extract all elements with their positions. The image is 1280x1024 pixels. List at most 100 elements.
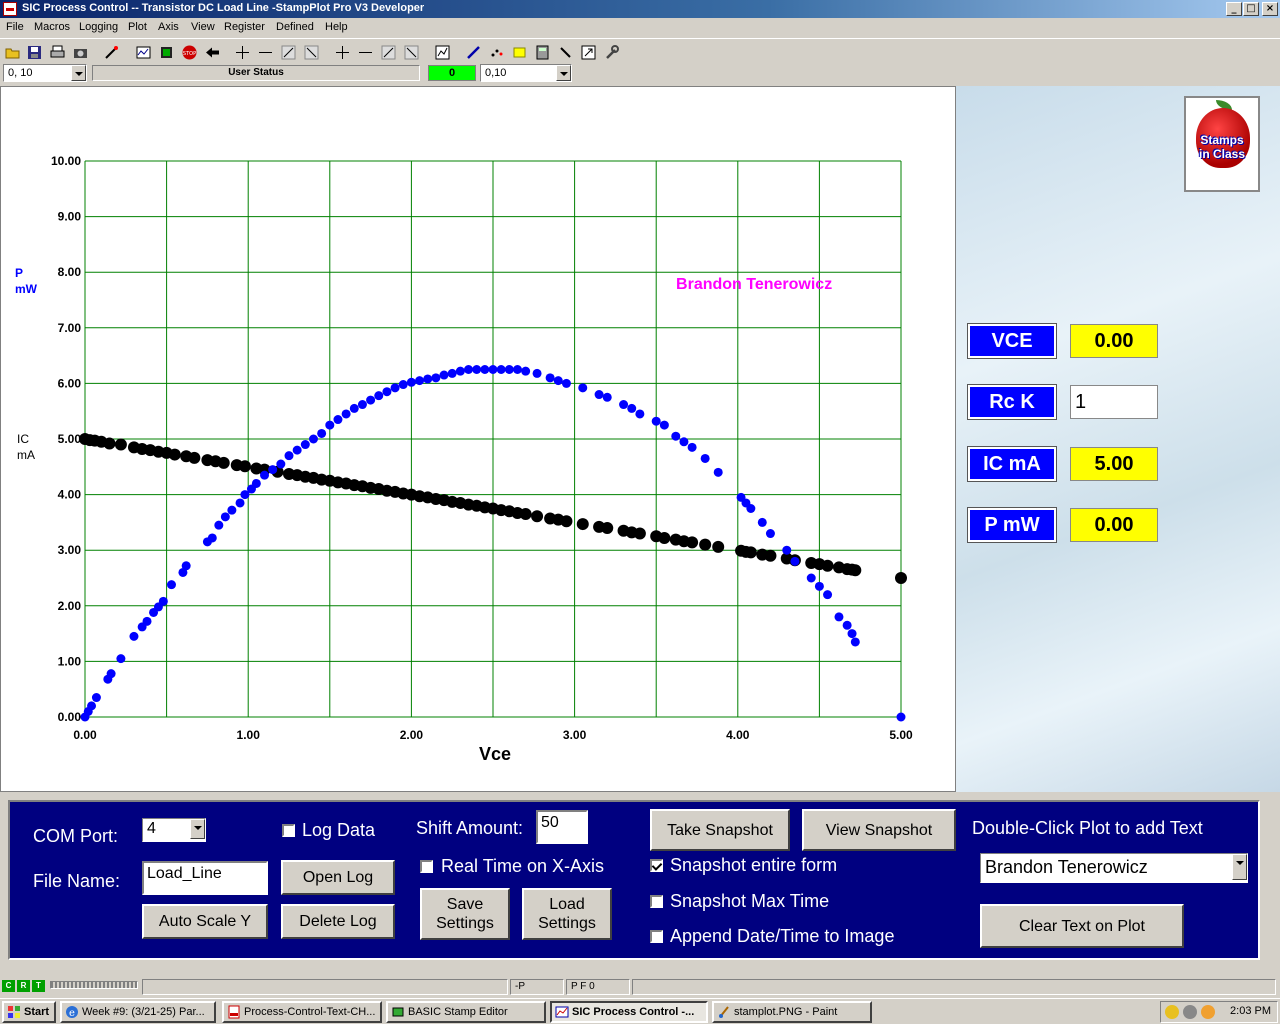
x-zoom-in-icon[interactable] xyxy=(231,41,252,62)
close-button[interactable]: × xyxy=(1262,2,1278,16)
point-p xyxy=(181,561,191,571)
paint-icon xyxy=(719,1006,729,1018)
task-paint[interactable]: stamplot.PNG - Paint xyxy=(712,1001,872,1023)
scope-icon[interactable] xyxy=(132,41,153,62)
status-indicator: 0 xyxy=(428,65,476,81)
menu-logging[interactable]: Logging xyxy=(79,21,118,33)
menu-file[interactable]: File xyxy=(6,21,24,33)
calculator-icon[interactable] xyxy=(531,41,552,62)
y-tick-label: 9.00 xyxy=(58,210,82,224)
menu-axis[interactable]: Axis xyxy=(158,21,179,33)
task-process-control-pdf[interactable]: Process-Control-Text-CH... xyxy=(222,1001,382,1023)
app-icon xyxy=(3,2,17,16)
point-p xyxy=(850,637,860,647)
chart-icon[interactable] xyxy=(431,41,452,62)
y-shift-down-icon[interactable] xyxy=(400,41,421,62)
print-icon[interactable] xyxy=(46,41,67,62)
snapshot-max-time-checkbox[interactable] xyxy=(650,895,663,908)
point-ic xyxy=(114,438,127,451)
real-time-label: Real Time on X-Axis xyxy=(441,856,605,876)
x-range-combo[interactable]: 0, 10 xyxy=(3,64,87,82)
svg-text:STOP: STOP xyxy=(183,51,196,57)
expand-icon[interactable] xyxy=(577,41,598,62)
camera-icon[interactable] xyxy=(69,41,90,62)
y-zoom-in-icon[interactable] xyxy=(331,41,352,62)
rc-label: Rc K xyxy=(967,384,1057,420)
stop-icon[interactable]: STOP xyxy=(178,41,199,62)
x-zoom-out-icon[interactable] xyxy=(254,41,275,62)
y-tick-label: 3.00 xyxy=(58,543,82,557)
real-time-checkbox[interactable] xyxy=(420,860,433,873)
rc-input[interactable]: 1 xyxy=(1070,385,1158,419)
chevron-down-icon[interactable] xyxy=(190,819,205,839)
load-settings-button[interactable]: Load Settings xyxy=(522,888,612,940)
point-p xyxy=(207,533,217,543)
stamps-in-class-logo: Stamps in Class xyxy=(1184,96,1260,192)
progress-meter xyxy=(50,981,138,989)
chevron-down-icon[interactable] xyxy=(556,65,571,81)
clear-text-button[interactable]: Clear Text on Plot xyxy=(980,904,1184,948)
y-shift-up-icon[interactable] xyxy=(377,41,398,62)
wand-icon[interactable] xyxy=(100,41,121,62)
point-p xyxy=(464,365,474,374)
point-p xyxy=(814,581,824,591)
delete-log-button[interactable]: Delete Log xyxy=(281,904,395,939)
shield-icon[interactable] xyxy=(1165,1005,1179,1019)
take-snapshot-button[interactable]: Take Snapshot xyxy=(650,809,790,851)
menu-help[interactable]: Help xyxy=(325,21,348,33)
open-folder-icon[interactable] xyxy=(1,41,22,62)
points-icon[interactable] xyxy=(485,41,506,62)
highlight-icon[interactable] xyxy=(508,41,529,62)
menu-defined[interactable]: Defined xyxy=(276,21,314,33)
start-button[interactable]: Start xyxy=(2,1001,56,1023)
task-week9[interactable]: e Week #9: (3/21-25) Par... xyxy=(60,1001,216,1023)
plot-text-select[interactable]: Brandon Tenerowicz xyxy=(980,853,1248,883)
menu-register[interactable]: Register xyxy=(224,21,265,33)
task-basic-stamp-editor[interactable]: BASIC Stamp Editor xyxy=(386,1001,546,1023)
point-p xyxy=(292,445,302,455)
point-p xyxy=(746,504,756,513)
pen-icon[interactable] xyxy=(462,41,483,62)
x-shift-left-icon[interactable] xyxy=(277,41,298,62)
view-snapshot-button[interactable]: View Snapshot xyxy=(802,809,956,851)
append-datetime-checkbox[interactable] xyxy=(650,930,663,943)
maximize-button[interactable]: □ xyxy=(1243,2,1259,16)
save-settings-button[interactable]: Save Settings xyxy=(420,888,510,940)
menu-macros[interactable]: Macros xyxy=(34,21,70,33)
y-zoom-out-icon[interactable] xyxy=(354,41,375,62)
y-tick-label: 0.00 xyxy=(58,710,82,724)
log-data-checkbox[interactable] xyxy=(282,824,295,837)
minimize-button[interactable]: _ xyxy=(1226,2,1242,16)
task-sic-process-control[interactable]: SIC Process Control -... xyxy=(550,1001,708,1023)
speaker-icon[interactable] xyxy=(1183,1005,1197,1019)
com-port-select[interactable]: 4 xyxy=(142,818,206,842)
point-p xyxy=(423,374,433,384)
chip-icon[interactable] xyxy=(155,41,176,62)
open-log-button[interactable]: Open Log xyxy=(281,860,395,895)
auto-scale-y-button[interactable]: Auto Scale Y xyxy=(142,904,268,939)
menu-view[interactable]: View xyxy=(191,21,215,33)
shift-amount-input[interactable]: 50 xyxy=(536,810,588,844)
pencil-icon[interactable] xyxy=(554,41,575,62)
menu-bar: File Macros Logging Plot Axis View Regis… xyxy=(0,18,1280,37)
menu-plot[interactable]: Plot xyxy=(128,21,147,33)
back-arrow-icon[interactable] xyxy=(201,41,222,62)
y-tick-label: 5.00 xyxy=(58,432,82,446)
plot-area[interactable]: 0.00 1.00 2.00 3.00 4.00 5.00 0.00 1.00 2.00 3.00… xyxy=(0,86,956,792)
chevron-down-icon[interactable] xyxy=(1232,854,1247,880)
wrench-icon[interactable] xyxy=(600,41,621,62)
save-icon[interactable] xyxy=(23,41,44,62)
load-line-chart[interactable]: 0.00 1.00 2.00 3.00 4.00 5.00 0.00 1.00 2.00 3.00… xyxy=(1,87,955,791)
double-click-hint: Double-Click Plot to add Text xyxy=(972,818,1203,838)
point-p xyxy=(374,391,384,401)
x-shift-right-icon[interactable] xyxy=(300,41,321,62)
point-ic xyxy=(633,527,646,540)
snapshot-entire-form-checkbox[interactable] xyxy=(650,859,663,872)
file-name-input[interactable]: Load_Line xyxy=(142,861,268,895)
network-icon[interactable] xyxy=(1201,1005,1215,1019)
point-ic xyxy=(519,508,532,521)
vce-label: VCE xyxy=(967,323,1057,359)
point-ic xyxy=(699,538,712,551)
chevron-down-icon[interactable] xyxy=(71,65,86,81)
y-range-combo[interactable]: 0,10 xyxy=(480,64,572,82)
